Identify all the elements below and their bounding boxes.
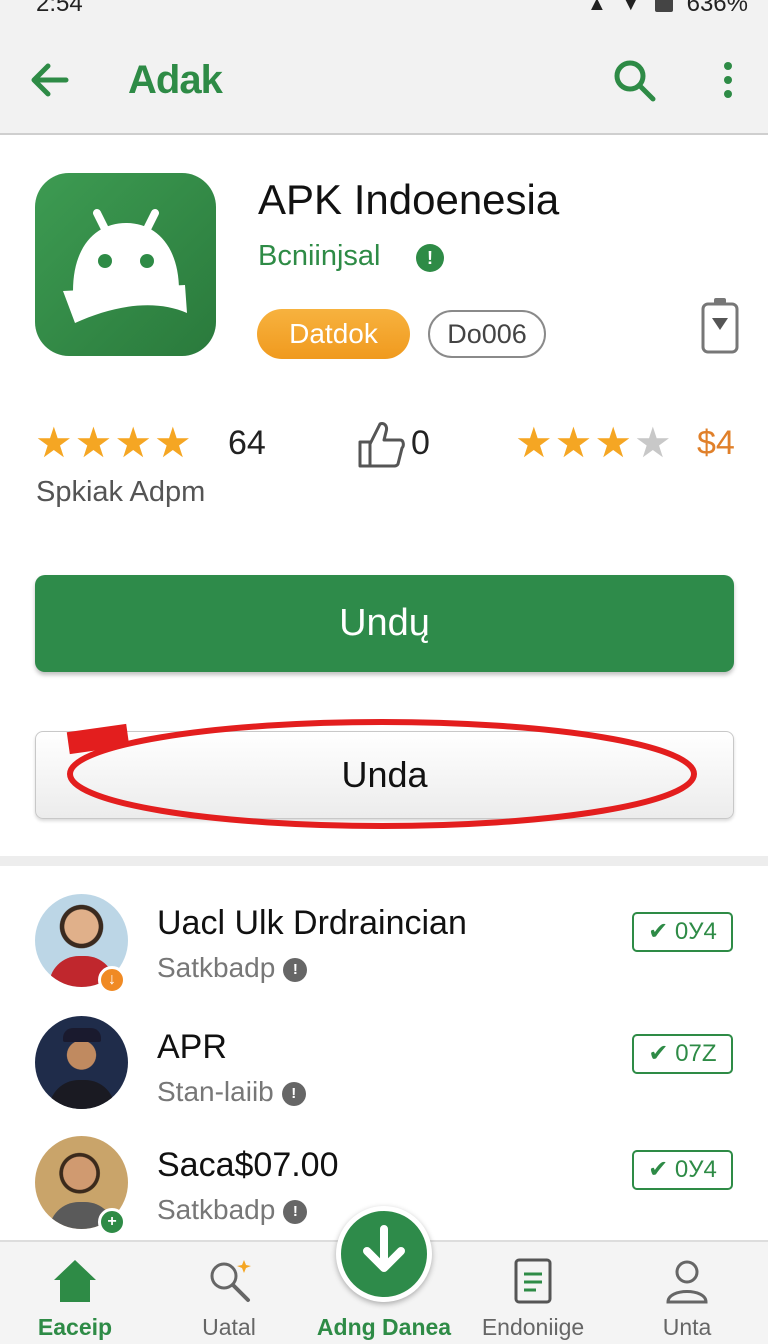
nav-label: Uatal: [202, 1314, 256, 1340]
app-bar: Adak: [0, 20, 768, 135]
nav-item-document[interactable]: Endoniige: [458, 1242, 608, 1344]
more-menu-icon[interactable]: [708, 56, 748, 104]
rating-count: 64: [228, 424, 266, 462]
app-icon: [35, 173, 216, 356]
nav-label: Adng Danea: [316, 1314, 452, 1340]
like-count: 0: [411, 424, 430, 462]
battery-percent: 636%: [686, 0, 748, 17]
rating-caption: Spkiak Adpm: [36, 476, 206, 508]
info-icon: !: [283, 958, 308, 982]
app-name: APK Indoenesia: [258, 176, 560, 223]
nav-item-home[interactable]: Eaceip: [0, 1242, 150, 1344]
list-item[interactable]: APR Stan-laiib! ✔ 07Z: [0, 1012, 768, 1132]
section-divider: [0, 856, 768, 866]
document-edit-icon: [514, 1258, 552, 1304]
info-icon: !: [283, 1200, 308, 1224]
nav-label: Endoniige: [481, 1314, 585, 1340]
android-robot-icon: [63, 209, 187, 323]
status-time: 2:54: [36, 0, 83, 17]
app-bar-title: Adak: [128, 58, 223, 102]
star-empty-icon: ★: [633, 419, 672, 466]
rating-stars-left: ★ ★ ★ ★: [35, 420, 192, 466]
list-item-subtitle: Stan-laiib!: [157, 1076, 306, 1108]
list-item-title: Saca$07.00: [157, 1146, 339, 1184]
nav-label: Unta: [662, 1314, 712, 1340]
list-item[interactable]: ↓ Uacl Ulk Drdraincian Satkbadp! ✔ 0У4: [0, 890, 768, 1010]
storage-battery-icon: [701, 298, 739, 354]
version-badge[interactable]: Do006: [428, 310, 546, 358]
star-icon: ★: [35, 419, 73, 466]
thumbs-up-icon[interactable]: [356, 418, 406, 470]
search-icon[interactable]: [610, 56, 658, 104]
developer-name[interactable]: Bcniinjsal: [258, 240, 381, 273]
star-icon: ★: [554, 419, 593, 466]
home-icon: [54, 1260, 96, 1302]
profile-icon: [666, 1260, 708, 1304]
list-item-tag[interactable]: ✔ 0У4: [632, 912, 733, 952]
status-icons: ▲ ▼ 636%: [587, 0, 748, 18]
back-arrow-icon[interactable]: [26, 56, 74, 104]
nav-item-profile[interactable]: Unta: [612, 1242, 762, 1344]
search-user-icon: [210, 1260, 251, 1302]
wifi-icon: ▼: [620, 0, 641, 15]
list-item-subtitle: Satkbadp!: [157, 952, 308, 984]
download-icon: [363, 1225, 405, 1272]
primary-download-button[interactable]: Undų: [35, 575, 734, 672]
avatar-badge: ↓: [98, 966, 126, 994]
verified-icon: !: [416, 244, 444, 272]
nav-label: Eaceip: [37, 1314, 113, 1340]
star-icon: ★: [594, 419, 632, 466]
avatar: [35, 1016, 128, 1109]
avatar-badge: +: [98, 1208, 126, 1236]
star-icon: ★: [153, 419, 192, 466]
list-item-title: Uacl Ulk Drdraincian: [157, 904, 467, 942]
star-icon: ★: [515, 419, 553, 466]
category-badge[interactable]: Datdok: [257, 309, 410, 359]
signal-icon: ▲: [587, 0, 607, 15]
info-icon: !: [281, 1082, 306, 1106]
secondary-button[interactable]: Unda: [35, 731, 734, 819]
list-item-title: APR: [157, 1028, 227, 1066]
rating-stars-right: ★ ★ ★ ★: [515, 420, 672, 466]
star-icon: ★: [114, 419, 152, 466]
download-fab-button[interactable]: [336, 1206, 432, 1302]
list-item-tag[interactable]: ✔ 0У4: [632, 1150, 733, 1190]
nav-item-search-user[interactable]: Uatal: [154, 1242, 304, 1344]
price: $4: [697, 424, 735, 462]
status-bar: 2:54 ▲ ▼ 636%: [0, 0, 768, 20]
list-item-subtitle: Satkbadp!: [157, 1194, 308, 1226]
star-icon: ★: [74, 419, 113, 466]
list-item-tag[interactable]: ✔ 07Z: [632, 1034, 733, 1074]
battery-status-icon: [654, 0, 673, 12]
